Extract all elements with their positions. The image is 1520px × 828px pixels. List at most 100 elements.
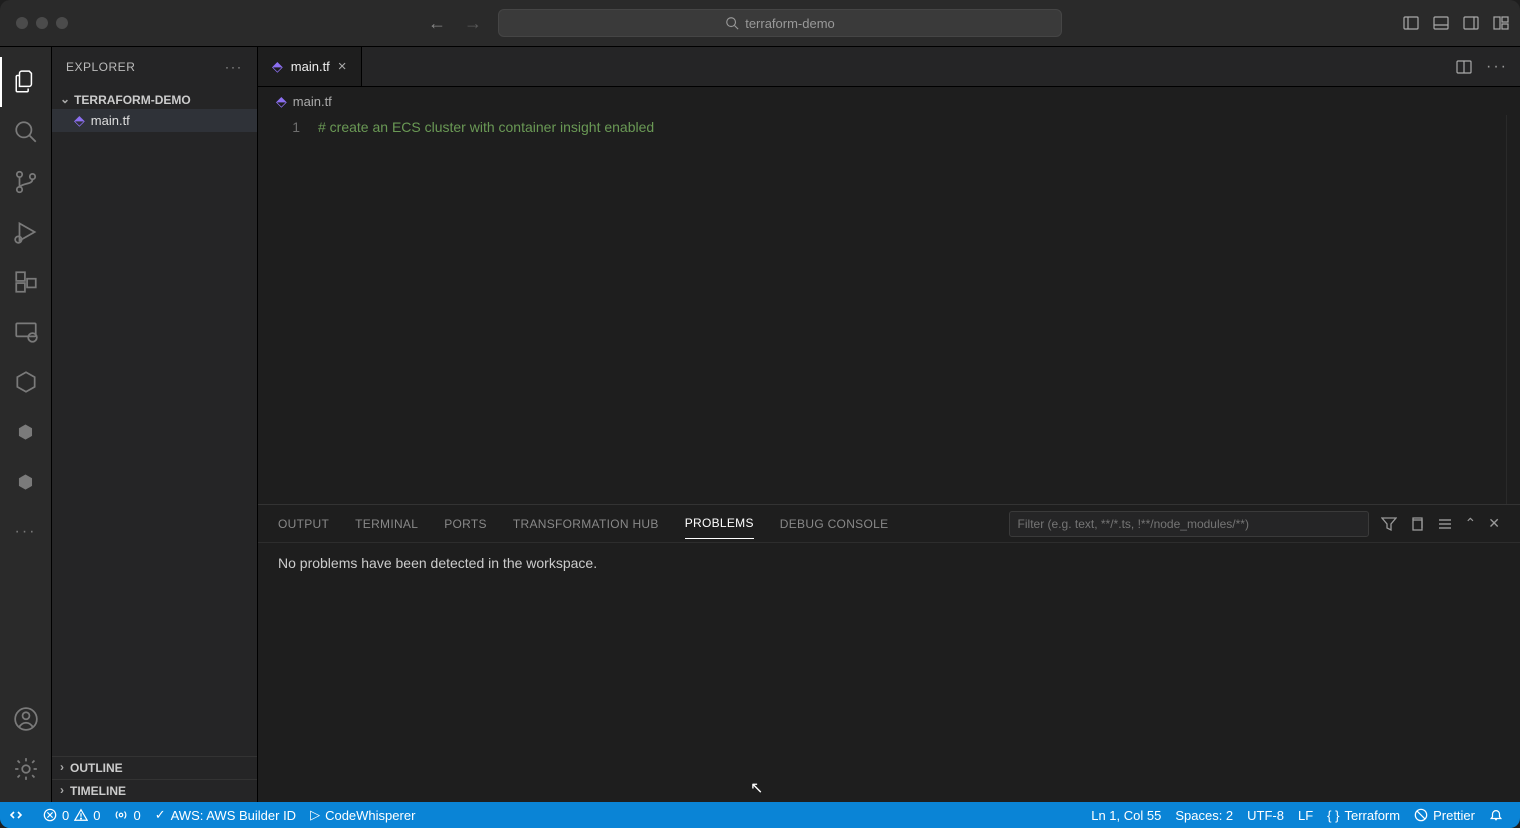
customize-layout-icon[interactable] xyxy=(1492,14,1510,32)
eol-status[interactable]: LF xyxy=(1291,808,1320,823)
title-bar: ← → terraform-demo xyxy=(0,0,1520,47)
chevron-down-icon: ⌄ xyxy=(60,92,70,106)
editor-group: ⬘ main.tf × ··· ⬘ main.tf 1 # create an xyxy=(258,47,1520,802)
nav-arrows: ← → xyxy=(428,13,482,34)
terraform-activity[interactable]: ⬢ xyxy=(0,407,52,457)
panel-tab-transformation[interactable]: TRANSFORMATION HUB xyxy=(513,509,659,539)
explorer-sidebar: EXPLORER ··· ⌄ TERRAFORM-DEMO ⬘ main.tf … xyxy=(52,47,258,802)
remote-explorer-activity[interactable] xyxy=(0,307,52,357)
outline-section[interactable]: › OUTLINE xyxy=(52,756,257,779)
remote-button[interactable] xyxy=(0,802,36,828)
command-center-text: terraform-demo xyxy=(745,16,835,31)
chevron-up-icon[interactable]: ⌃ xyxy=(1465,515,1477,532)
outline-label: OUTLINE xyxy=(70,761,123,775)
aws-label: AWS: AWS Builder ID xyxy=(171,808,296,823)
breadcrumb-file: main.tf xyxy=(293,94,332,109)
prettier-status[interactable]: Prettier xyxy=(1407,808,1482,823)
terraform-file-icon: ⬘ xyxy=(276,93,287,110)
nav-back-button[interactable]: ← xyxy=(428,13,446,34)
extensions-icon xyxy=(13,269,39,295)
aws-status[interactable]: ✓ AWS: AWS Builder ID xyxy=(148,802,303,828)
language-status[interactable]: { } Terraform xyxy=(1320,808,1407,823)
filter-icon[interactable] xyxy=(1381,516,1397,532)
error-count: 0 xyxy=(62,808,69,823)
line-numbers: 1 xyxy=(258,115,318,504)
settings-activity[interactable] xyxy=(0,744,52,794)
hexagon-icon xyxy=(13,369,39,395)
ports-count: 0 xyxy=(133,808,140,823)
files-icon xyxy=(13,69,39,95)
broadcast-icon xyxy=(114,808,128,822)
copy-icon[interactable] xyxy=(1409,516,1425,532)
codewhisperer-status[interactable]: ▷ CodeWhisperer xyxy=(303,802,422,828)
remote-icon xyxy=(10,807,26,823)
sidebar-more-button[interactable]: ··· xyxy=(225,60,243,74)
panel-tabs: OUTPUT TERMINAL PORTS TRANSFORMATION HUB… xyxy=(258,505,1520,543)
file-item-main-tf[interactable]: ⬘ main.tf xyxy=(52,109,257,132)
problems-message: No problems have been detected in the wo… xyxy=(278,555,597,571)
minimap[interactable] xyxy=(1506,115,1520,504)
sidebar-bottom: › OUTLINE › TIMELINE xyxy=(52,756,257,802)
split-editor-icon[interactable] xyxy=(1456,59,1472,75)
file-name: main.tf xyxy=(91,113,130,128)
breadcrumb[interactable]: ⬘ main.tf xyxy=(258,87,1520,115)
close-panel-icon[interactable]: ✕ xyxy=(1488,515,1500,532)
encoding-status[interactable]: UTF-8 xyxy=(1240,808,1291,823)
timeline-section[interactable]: › TIMELINE xyxy=(52,779,257,802)
search-activity[interactable] xyxy=(0,107,52,157)
accounts-activity[interactable] xyxy=(0,694,52,744)
extensions-activity[interactable] xyxy=(0,257,52,307)
bell-icon xyxy=(1489,808,1503,822)
workspace-folder[interactable]: ⌄ TERRAFORM-DEMO xyxy=(52,91,257,109)
warning-icon xyxy=(74,808,88,822)
error-icon xyxy=(43,808,57,822)
panel-tab-debug[interactable]: DEBUG CONSOLE xyxy=(780,509,889,539)
code-editor[interactable]: 1 # create an ECS cluster with container… xyxy=(258,115,1520,504)
minimize-window-button[interactable] xyxy=(36,17,48,29)
check-icon: ✓ xyxy=(155,807,166,823)
nav-forward-button[interactable]: → xyxy=(464,13,482,34)
run-debug-activity[interactable] xyxy=(0,207,52,257)
code-content[interactable]: # create an ECS cluster with container i… xyxy=(318,115,1506,504)
bottom-panel: OUTPUT TERMINAL PORTS TRANSFORMATION HUB… xyxy=(258,504,1520,802)
toggle-primary-sidebar-icon[interactable] xyxy=(1402,14,1420,32)
panel-tab-problems[interactable]: PROBLEMS xyxy=(685,508,754,539)
gear-icon xyxy=(13,756,39,782)
errors-warnings[interactable]: 0 0 xyxy=(36,802,107,828)
indentation-status[interactable]: Spaces: 2 xyxy=(1168,808,1240,823)
terraform-file-icon: ⬘ xyxy=(74,112,85,129)
source-control-activity[interactable] xyxy=(0,157,52,207)
maximize-window-button[interactable] xyxy=(56,17,68,29)
chevron-right-icon: › xyxy=(60,760,64,774)
more-editor-actions[interactable]: ··· xyxy=(1486,58,1508,76)
close-tab-button[interactable]: × xyxy=(338,58,347,75)
hexagon-activity[interactable] xyxy=(0,357,52,407)
toggle-secondary-sidebar-icon[interactable] xyxy=(1462,14,1480,32)
panel-tab-terminal[interactable]: TERMINAL xyxy=(355,509,418,539)
ports-status[interactable]: 0 xyxy=(107,802,147,828)
terraform-cloud-activity[interactable]: ⬢ xyxy=(0,457,52,507)
panel-tab-output[interactable]: OUTPUT xyxy=(278,509,329,539)
braces-icon: { } xyxy=(1327,808,1339,823)
problems-filter-input[interactable] xyxy=(1009,511,1369,537)
play-icon: ▷ xyxy=(310,807,320,823)
command-center[interactable]: terraform-demo xyxy=(498,9,1062,37)
prettier-icon xyxy=(1414,808,1428,822)
status-bar: 0 0 0 ✓ AWS: AWS Builder ID ▷ CodeWhispe… xyxy=(0,802,1520,828)
panel-tab-ports[interactable]: PORTS xyxy=(444,509,487,539)
explorer-activity[interactable] xyxy=(0,57,52,107)
window-controls xyxy=(16,17,68,29)
search-icon xyxy=(13,119,39,145)
terraform-file-icon: ⬘ xyxy=(272,58,283,75)
problems-body: No problems have been detected in the wo… xyxy=(258,543,1520,802)
cursor-position[interactable]: Ln 1, Col 55 xyxy=(1084,808,1168,823)
more-activity[interactable]: ··· xyxy=(0,507,52,557)
notifications-button[interactable] xyxy=(1482,808,1510,822)
code-line-1: # create an ECS cluster with container i… xyxy=(318,117,1506,137)
close-window-button[interactable] xyxy=(16,17,28,29)
list-icon[interactable] xyxy=(1437,516,1453,532)
sidebar-title: EXPLORER xyxy=(66,60,135,74)
toggle-panel-icon[interactable] xyxy=(1432,14,1450,32)
language-label: Terraform xyxy=(1344,808,1400,823)
editor-tab-main-tf[interactable]: ⬘ main.tf × xyxy=(258,47,362,86)
